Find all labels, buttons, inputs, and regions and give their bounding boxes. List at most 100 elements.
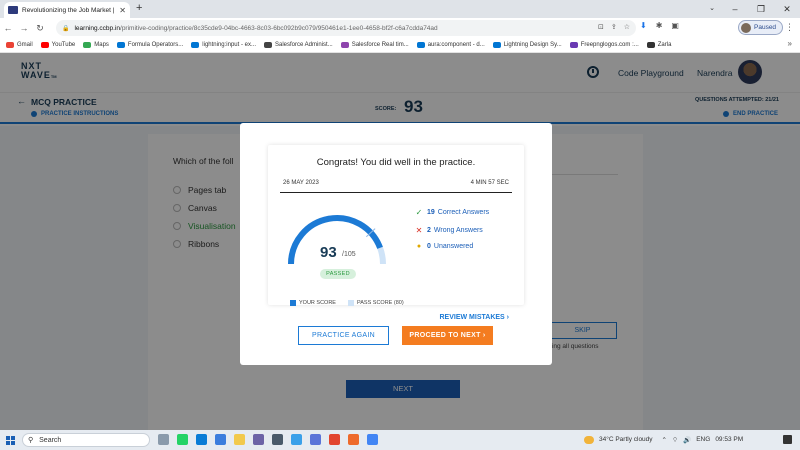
lock-icon: 🔒 xyxy=(62,25,70,32)
bookmark-favicon-icon xyxy=(646,42,655,48)
tray-chevron-icon[interactable]: ⌃ xyxy=(662,436,667,444)
google-lens-icon[interactable]: ⊡ xyxy=(598,23,604,31)
edge-icon[interactable] xyxy=(196,434,207,445)
new-tab-button[interactable]: + xyxy=(136,2,142,14)
bookmark-favicon-icon xyxy=(492,42,501,48)
score-gauge xyxy=(288,215,386,265)
unanswered-stat: ● 0 Unanswered xyxy=(414,243,473,250)
weather-icon xyxy=(584,435,594,444)
correct-answers-stat: ✓ 19 Correct Answers xyxy=(415,208,490,217)
bookmark-item[interactable]: YouTube xyxy=(40,42,75,48)
vscode-icon[interactable] xyxy=(291,434,302,445)
browser-tab[interactable]: Revolutionizing the Job Market | ✕ xyxy=(4,2,130,18)
extensions-puzzle-icon[interactable]: ✱ xyxy=(656,21,663,30)
bookmark-item[interactable]: Lightning Design Sy... xyxy=(492,42,562,48)
url-text: learning.ccbp.in/primitive-coding/practi… xyxy=(74,24,438,32)
chrome-icon[interactable] xyxy=(367,434,378,445)
brave-icon[interactable] xyxy=(329,434,340,445)
store-icon[interactable] xyxy=(253,434,264,445)
profile-avatar xyxy=(741,22,751,33)
bookmark-label: Zarla xyxy=(657,42,672,48)
kebab-menu-icon[interactable]: ⋮ xyxy=(785,22,794,33)
minimize-icon[interactable]: – xyxy=(722,0,748,18)
close-tab-icon[interactable]: ✕ xyxy=(119,6,126,15)
bookmark-favicon-icon xyxy=(416,42,425,48)
tab-search-chevron-icon[interactable]: ⌄ xyxy=(702,0,722,18)
windows-start-icon[interactable] xyxy=(6,436,15,445)
bookmark-favicon-icon xyxy=(83,42,92,48)
download-icon[interactable]: ⬇ xyxy=(640,21,647,30)
bookmark-label: Lightning Design Sy... xyxy=(503,42,562,48)
bookmark-label: Salesforce Administ... xyxy=(274,42,333,48)
task-view-icon[interactable] xyxy=(158,434,169,445)
result-modal: Congrats! You did well in the practice. … xyxy=(240,123,552,365)
notification-icon[interactable] xyxy=(783,435,792,444)
bookmark-favicon-icon xyxy=(116,42,125,48)
bookmark-item[interactable]: Maps xyxy=(83,42,109,48)
passed-badge: PASSED xyxy=(320,269,356,279)
network-icon[interactable]: ⌔ xyxy=(672,435,678,444)
practice-again-button[interactable]: PRACTICE AGAIN xyxy=(298,326,389,345)
bookmark-item[interactable]: aura:component - d... xyxy=(416,42,485,48)
proceed-to-next-button[interactable]: PROCEED TO NEXT › xyxy=(402,326,493,345)
app-icon[interactable] xyxy=(310,434,321,445)
nxtwave-favicon-icon xyxy=(8,6,18,14)
bookmark-label: Freepnglogos.com :... xyxy=(580,42,639,48)
app-orange-icon[interactable] xyxy=(348,434,359,445)
language-indicator[interactable]: ENG xyxy=(696,436,710,443)
whatsapp-icon[interactable] xyxy=(177,434,188,445)
system-tray: 34°C Partly cloudy ⌃ ⌔ 🔊 ENG 09:53 PM xyxy=(584,435,743,444)
profile-paused-button[interactable]: Paused xyxy=(738,20,784,35)
share-icon[interactable]: ⇪ xyxy=(611,23,617,31)
side-panel-icon[interactable]: ▣ xyxy=(671,21,679,30)
legend-pass-score: PASS SCORE (80) xyxy=(356,300,404,306)
bookmark-label: Salesforce Real tim... xyxy=(351,42,409,48)
extension-icons: ⬇ ✱ ▣ xyxy=(640,21,679,30)
wrong-answers-stat: ✕ 2 Wrong Answers xyxy=(415,226,483,235)
back-arrow-icon[interactable]: ← xyxy=(0,23,16,33)
practice-duration: 4 MIN 57 SEC xyxy=(470,180,509,186)
bookmark-item[interactable]: Formula Operators... xyxy=(116,42,183,48)
bookmark-item[interactable]: Freepnglogos.com :... xyxy=(569,42,639,48)
bookmark-item[interactable]: Zarla xyxy=(646,42,672,48)
browser-tab-bar: Revolutionizing the Job Market | ✕ + ⌄ –… xyxy=(0,0,800,18)
chat-icon[interactable] xyxy=(215,434,226,445)
close-window-icon[interactable]: ✕ xyxy=(774,0,800,18)
bookmark-favicon-icon xyxy=(263,42,272,48)
web-page: NXT WAVETM Code Playground Narendra ← MC… xyxy=(0,53,800,430)
bookmark-item[interactable]: Salesforce Real tim... xyxy=(340,42,409,48)
omnibox-icons: ⊡ ⇪ ☆ xyxy=(598,23,630,31)
bookmark-item[interactable]: Gmail xyxy=(6,42,33,48)
bookmarks-bar: Gmail YouTube Maps Formula Operators... ligh… xyxy=(0,38,800,53)
search-icon: ⚲ xyxy=(28,437,34,444)
review-mistakes-link[interactable]: REVIEW MISTAKES › xyxy=(440,314,510,321)
result-score: 93 xyxy=(320,244,337,261)
reload-icon[interactable]: ↻ xyxy=(32,23,48,34)
terminal-icon[interactable] xyxy=(272,434,283,445)
weather-text[interactable]: 34°C Partly cloudy xyxy=(599,436,653,443)
legend-your-score: YOUR SCORE xyxy=(299,300,336,306)
star-bookmark-icon[interactable]: ☆ xyxy=(624,23,630,31)
bookmark-item[interactable]: Salesforce Administ... xyxy=(263,42,333,48)
maximize-icon[interactable]: ❐ xyxy=(748,0,774,18)
more-bookmarks-icon[interactable]: » xyxy=(788,39,792,48)
divider xyxy=(280,192,512,193)
forward-arrow-icon[interactable]: → xyxy=(16,23,32,33)
congrats-heading: Congrats! You did well in the practice. xyxy=(316,157,476,168)
taskbar-search-input[interactable]: ⚲ Search xyxy=(22,433,150,447)
file-explorer-icon[interactable] xyxy=(234,434,245,445)
result-total: /105 xyxy=(342,251,356,258)
gauge-track xyxy=(288,215,386,265)
volume-icon[interactable]: 🔊 xyxy=(683,436,691,444)
omnibox[interactable]: 🔒 learning.ccbp.in/primitive-coding/prac… xyxy=(56,20,636,36)
bookmark-item[interactable]: lightning:input - ex... xyxy=(191,42,256,48)
bookmark-favicon-icon xyxy=(6,42,14,48)
tab-title: Revolutionizing the Job Market | xyxy=(22,6,115,14)
bookmark-label: Maps xyxy=(94,42,109,48)
bookmark-favicon-icon xyxy=(340,42,349,48)
clock[interactable]: 09:53 PM xyxy=(715,436,743,443)
taskbar-apps xyxy=(158,434,378,445)
bookmark-label: Gmail xyxy=(17,42,33,48)
bookmark-label: lightning:input - ex... xyxy=(202,42,256,48)
practice-date: 26 MAY 2023 xyxy=(283,180,319,186)
